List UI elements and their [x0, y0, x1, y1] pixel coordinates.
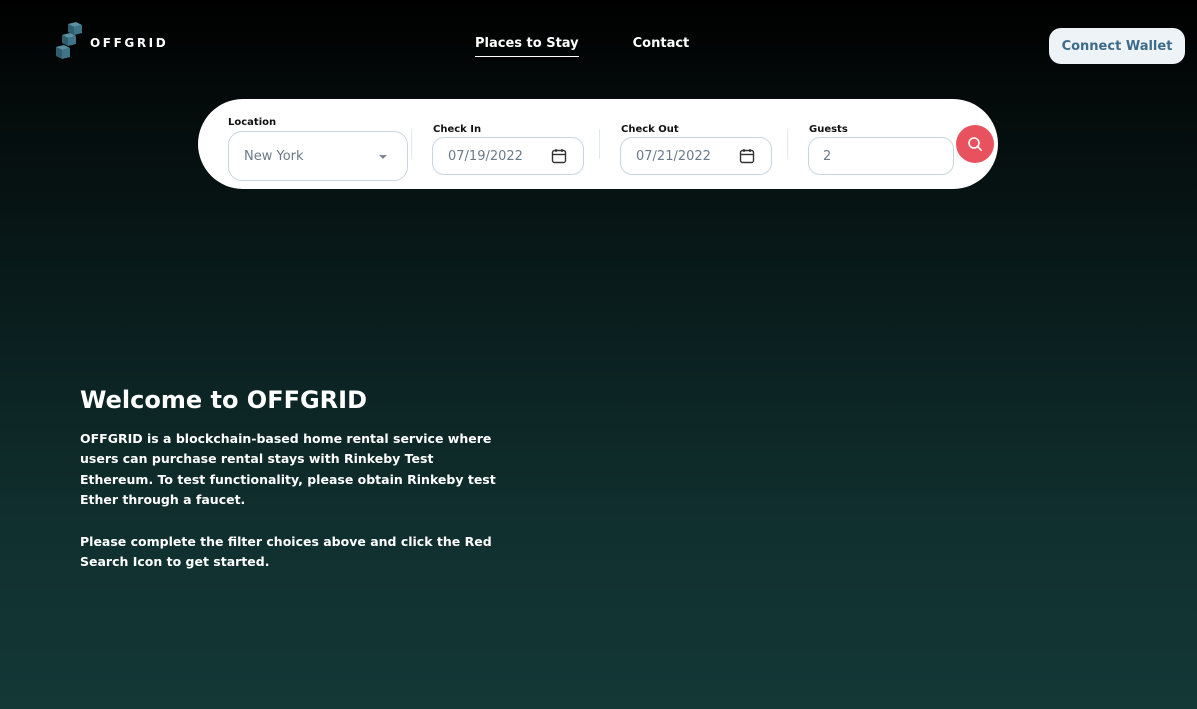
welcome-title: Welcome to OFFGRID	[80, 386, 368, 414]
guests-label: Guests	[809, 124, 848, 135]
search-button[interactable]	[956, 125, 994, 163]
search-bar: Location New York Check In 07/19/2022 Ch…	[198, 99, 998, 189]
connect-wallet-button[interactable]: Connect Wallet	[1049, 28, 1185, 64]
check-in-date-input[interactable]: 07/19/2022	[432, 137, 584, 175]
guests-input[interactable]: 2	[808, 137, 954, 175]
calendar-icon[interactable]	[739, 148, 755, 164]
location-value: New York	[244, 148, 304, 164]
check-out-label: Check Out	[621, 124, 679, 135]
nav-places-to-stay[interactable]: Places to Stay	[475, 36, 579, 57]
guests-value: 2	[823, 148, 832, 164]
location-label: Location	[228, 117, 277, 128]
chevron-down-icon	[379, 155, 387, 159]
welcome-section: Welcome to OFFGRID OFFGRID is a blockcha…	[80, 386, 500, 573]
check-in-label: Check In	[433, 124, 482, 135]
logo-text: OFFGRID	[90, 36, 169, 50]
divider	[787, 129, 788, 159]
welcome-instructions: Please complete the filter choices above…	[80, 534, 492, 570]
search-icon	[968, 137, 982, 151]
nav-contact[interactable]: Contact	[633, 36, 690, 57]
main-nav: Places to Stay Contact	[475, 36, 689, 57]
divider	[599, 129, 600, 159]
logo-cubes-icon	[56, 22, 82, 59]
calendar-icon[interactable]	[551, 148, 567, 164]
logo[interactable]: OFFGRID	[56, 22, 168, 62]
location-select[interactable]: New York	[228, 131, 408, 181]
welcome-description: OFFGRID is a blockchain-based home renta…	[80, 431, 496, 507]
check-in-value: 07/19/2022	[448, 148, 523, 164]
divider	[411, 129, 412, 159]
check-out-value: 07/21/2022	[636, 148, 711, 164]
check-out-date-input[interactable]: 07/21/2022	[620, 137, 772, 175]
